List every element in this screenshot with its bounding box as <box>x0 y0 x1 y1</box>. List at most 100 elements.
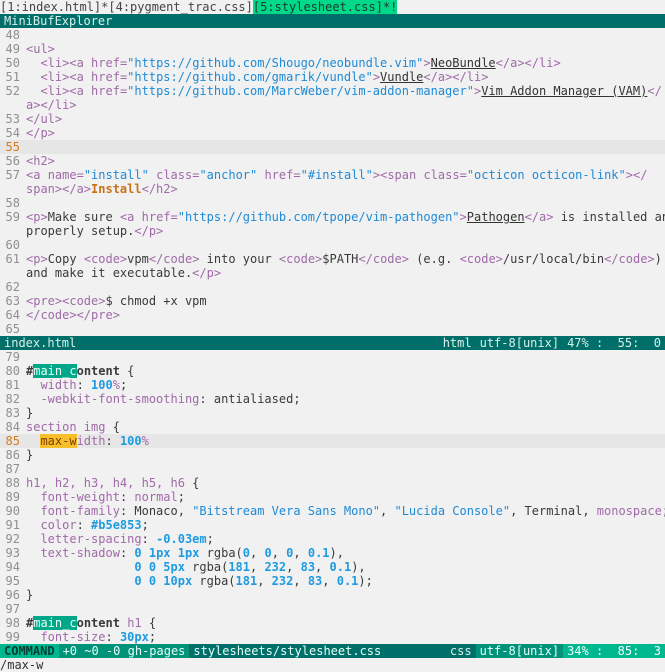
code-token: 0 1px 1px <box>134 546 200 560</box>
html-code-line[interactable]: 51 <li><a href="https://github.com/gmari… <box>0 70 665 84</box>
code-token: href <box>141 210 171 224</box>
css-code-line[interactable]: 99 font-size: 30px; <box>0 630 665 644</box>
mode-indicator: COMMAND <box>0 644 59 658</box>
code-token: (e.g. <box>408 252 460 266</box>
css-code-line[interactable]: 96} <box>0 588 665 602</box>
html-cursor-line[interactable]: 55 <box>0 140 665 154</box>
line-number: 55 <box>5 140 20 154</box>
code-token: ontent <box>76 364 120 378</box>
code-token: } <box>26 588 34 602</box>
html-code-line[interactable]: 59 <p>Make sure <a href="https://github.c… <box>0 210 665 224</box>
code-token: monospace <box>596 504 662 518</box>
code-token: Pathogen <box>466 210 525 224</box>
html-code-line[interactable]: 65 <box>0 322 665 336</box>
buffer-tab[interactable]: [1:index.html]* <box>0 0 108 14</box>
code-token: rgba( <box>192 574 236 588</box>
css-code-line[interactable]: 83} <box>0 406 665 420</box>
top-encoding: utf-8[unix] <box>479 336 560 350</box>
code-token: span></a> <box>26 182 92 196</box>
html-code-line[interactable]: 62 <box>0 280 665 294</box>
line-number: 95 <box>5 574 20 588</box>
code-token: font-family <box>40 504 120 518</box>
line-number: 89 <box>5 490 20 504</box>
code-token: $ chmod +x vpm <box>105 294 207 308</box>
html-code-line[interactable]: 56 <h2> <box>0 154 665 168</box>
line-number: 93 <box>5 546 20 560</box>
css-code-line[interactable]: 97 <box>0 602 665 616</box>
code-token: </code> <box>358 252 409 266</box>
html-code-line[interactable]: a></li> <box>0 98 665 112</box>
code-token: 83 <box>300 560 316 574</box>
html-code-line[interactable]: 50 <li><a href="https://github.com/Shoug… <box>0 56 665 70</box>
code-token: 0.1 <box>329 560 352 574</box>
css-code-line[interactable]: 86} <box>0 448 665 462</box>
code-token: <a <box>26 168 48 182</box>
line-number: 96 <box>5 588 20 602</box>
css-code-line[interactable]: 81 width: 100%; <box>0 378 665 392</box>
css-cursor-line[interactable]: 85 max-width: 100% <box>0 434 665 448</box>
code-token: 232 <box>271 574 294 588</box>
css-code-line[interactable]: 87 <box>0 462 665 476</box>
css-code-line[interactable]: 88 h1, h2, h3, h4, h5, h6 { <box>0 476 665 490</box>
code-token: "Lucida Console" <box>394 504 511 518</box>
line-number: 64 <box>5 308 20 322</box>
line-number: 57 <box>5 168 20 182</box>
code-token: </p> <box>134 224 164 238</box>
html-code-line[interactable]: 52 <li><a href="https://github.com/MarcW… <box>0 84 665 98</box>
code-token: = <box>293 168 301 182</box>
command-line[interactable]: /max-w <box>0 658 665 672</box>
html-code-line[interactable]: 57 <a name="install" class="anchor" href=… <box>0 168 665 182</box>
code-token: : antialiased; <box>199 392 301 406</box>
code-token: 232 <box>264 560 287 574</box>
top-filename: index.html <box>4 336 77 350</box>
html-code-line[interactable]: 49 <ul> <box>0 42 665 56</box>
top-pane[interactable]: 48 49 <ul> 50 <li><a href="https://github.c… <box>0 28 665 336</box>
html-code-line[interactable]: 54 </p> <box>0 126 665 140</box>
line-number: 84 <box>5 420 20 434</box>
code-token: -0.03em <box>156 532 207 546</box>
css-code-line[interactable]: 84 section img { <box>0 420 665 434</box>
bottom-pane[interactable]: 79 80 #main_content {81 width: 100%; 82 -we… <box>0 350 665 644</box>
code-token: name <box>47 168 77 182</box>
css-code-line[interactable]: 79 <box>0 350 665 364</box>
html-code-line[interactable]: 61 <p>Copy <code>vpm</code> into your <co… <box>0 252 665 266</box>
css-code-line[interactable]: 82 -webkit-font-smoothing: antialiased; <box>0 392 665 406</box>
html-code-line[interactable]: and make it executable.</p> <box>0 266 665 280</box>
code-token: -webkit-font-smoothing <box>40 392 200 406</box>
code-token: , <box>380 504 395 518</box>
bottom-position: 34% : 85: 3 <box>563 644 665 658</box>
code-token: <pre><code> <box>26 294 106 308</box>
css-code-line[interactable]: 94 0 0 5px rgba(181, 232, 83, 0.1), <box>0 560 665 574</box>
html-code-line[interactable]: 64 </code></pre> <box>0 308 665 322</box>
css-code-line[interactable]: 95 0 0 10px rgba(181, 232, 83, 0.1); <box>0 574 665 588</box>
code-token: Make sure <box>47 210 120 224</box>
code-token: is installed and <box>553 210 665 224</box>
css-code-line[interactable]: 92 letter-spacing: -0.03em; <box>0 532 665 546</box>
css-code-line[interactable]: 80 #main_content { <box>0 364 665 378</box>
code-token: ; <box>148 630 157 644</box>
css-code-line[interactable]: 98 #main_content h1 { <box>0 616 665 630</box>
html-code-line[interactable]: 63 <pre><code>$ chmod +x vpm <box>0 294 665 308</box>
buffer-tab[interactable]: [4:pygment_trac.css] <box>108 0 253 14</box>
line-number: 63 <box>5 294 20 308</box>
code-token: ), <box>351 560 366 574</box>
html-code-line[interactable]: 53 </ul> <box>0 112 665 126</box>
html-code-line[interactable]: 48 <box>0 28 665 42</box>
buffer-tab[interactable]: [5:stylesheet.css]*! <box>252 0 398 14</box>
code-token: </code> <box>148 252 200 266</box>
css-code-line[interactable]: 89 font-weight: normal; <box>0 490 665 504</box>
css-code-line[interactable]: 90 font-family: Monaco, "Bitstream Vera … <box>0 504 665 518</box>
code-token: a></li> <box>26 98 77 112</box>
html-code-line[interactable]: 58 <box>0 196 665 210</box>
css-code-line[interactable]: 91 color: #b5e853; <box>0 518 665 532</box>
html-code-line[interactable]: 60 <box>0 238 665 252</box>
css-code-line[interactable]: 93 text-shadow: 0 1px 1px rgba(0, 0, 0, … <box>0 546 665 560</box>
code-token: #b5e853 <box>91 518 142 532</box>
html-code-line[interactable]: properly setup.</p> <box>0 224 665 238</box>
html-code-line[interactable]: span></a>Install</h2> <box>0 182 665 196</box>
